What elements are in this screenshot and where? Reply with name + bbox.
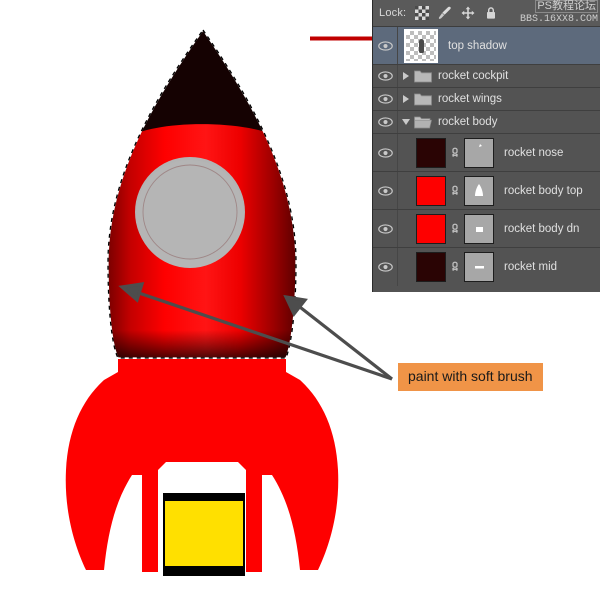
group-disclosure-triangle[interactable]	[398, 72, 414, 80]
rocket-exhaust-band	[163, 493, 245, 576]
layer-row-rocket-mid[interactable]: rocket mid	[373, 248, 600, 286]
folder-open-icon	[414, 116, 432, 129]
link-mask-icon[interactable]	[449, 183, 461, 199]
eye-icon[interactable]	[377, 262, 393, 272]
link-mask-icon[interactable]	[449, 145, 461, 161]
thumbnail-content	[419, 38, 424, 53]
eye-icon[interactable]	[377, 185, 393, 196]
layer-visibility-toggle[interactable]	[373, 134, 398, 171]
lock-position-icon[interactable]	[461, 6, 475, 20]
lock-label: Lock:	[379, 7, 407, 19]
layer-row-rocket-wings[interactable]: rocket wings	[373, 88, 600, 111]
layer-row-rocket-body-top[interactable]: rocket body top	[373, 172, 600, 210]
watermark-line-2: BBS.16XX8.COM	[519, 14, 598, 25]
layer-visibility-toggle[interactable]	[373, 248, 398, 286]
layer-visibility-toggle[interactable]	[373, 88, 398, 110]
layer-visibility-toggle[interactable]	[373, 172, 398, 209]
layer-name-rocket-wings: rocket wings	[438, 93, 502, 105]
eye-icon[interactable]	[377, 40, 393, 51]
link-mask-icon[interactable]	[449, 221, 461, 237]
layer-visibility-toggle[interactable]	[373, 65, 398, 87]
layer-thumbnail-rocket-mid[interactable]	[416, 252, 446, 282]
layer-name-rocket-mid: rocket mid	[504, 261, 558, 273]
callout-paint-with-soft-brush: paint with soft brush	[398, 363, 543, 391]
screenshot-root: paint with soft brush Lock: PS教程论坛 BBS.1…	[0, 0, 600, 600]
layer-name-rocket-body-dn: rocket body dn	[504, 222, 580, 235]
eye-icon[interactable]	[377, 117, 393, 127]
layer-thumbnail-rocket-body-dn[interactable]	[416, 213, 446, 244]
layers-panel[interactable]: Lock: F	[372, 0, 600, 292]
layer-thumbnail-rocket-body-top[interactable]	[416, 175, 446, 206]
mask-shape	[479, 143, 482, 147]
link-mask-icon[interactable]	[449, 259, 461, 275]
layer-thumbnail-rocket-nose[interactable]	[416, 137, 446, 168]
layer-thumbnail-top-shadow[interactable]	[404, 28, 438, 63]
layer-visibility-toggle[interactable]	[373, 210, 398, 247]
eye-icon[interactable]	[377, 71, 393, 81]
layer-row-top-shadow[interactable]: top shadow	[373, 27, 600, 65]
layer-name-rocket-cockpit: rocket cockpit	[438, 70, 509, 82]
layer-mask-thumbnail-rocket-body-dn[interactable]	[464, 213, 494, 244]
chevron-right-icon[interactable]	[403, 95, 409, 103]
mask-shape	[475, 183, 483, 196]
eye-icon[interactable]	[377, 94, 393, 104]
watermark-line-1: PS教程论坛	[535, 0, 598, 13]
lock-transparent-pixels-icon[interactable]	[415, 6, 430, 20]
layer-thumbnails[interactable]	[416, 252, 494, 282]
layer-visibility-toggle[interactable]	[373, 111, 398, 133]
folder-icon	[414, 93, 432, 106]
layer-visibility-toggle[interactable]	[373, 27, 398, 64]
layer-row-rocket-cockpit[interactable]: rocket cockpit	[373, 65, 600, 88]
layer-mask-thumbnail-rocket-mid[interactable]	[464, 252, 494, 282]
lock-image-pixels-icon[interactable]	[438, 6, 452, 20]
layer-row-rocket-body-dn[interactable]: rocket body dn	[373, 210, 600, 248]
rocket-illustration	[65, 28, 339, 576]
mask-shape	[476, 226, 483, 232]
eye-icon[interactable]	[377, 147, 393, 158]
layer-row-rocket-nose[interactable]: rocket nose	[373, 134, 600, 172]
layer-name-top-shadow: top shadow	[448, 39, 507, 52]
layer-mask-thumbnail-rocket-nose[interactable]	[464, 137, 494, 168]
watermark: PS教程论坛 BBS.16XX8.COM	[520, 0, 598, 25]
lock-toolbar[interactable]: Lock: F	[373, 0, 600, 27]
group-disclosure-triangle[interactable]	[398, 95, 414, 103]
chevron-down-icon[interactable]	[402, 119, 410, 125]
layer-name-rocket-body: rocket body	[438, 116, 498, 128]
layer-name-rocket-body-top: rocket body top	[504, 184, 583, 197]
group-disclosure-triangle[interactable]	[398, 119, 414, 125]
layer-thumbnails[interactable]	[416, 175, 494, 206]
layer-name-rocket-nose: rocket nose	[504, 146, 564, 159]
layer-thumbnails[interactable]	[416, 213, 494, 244]
lock-all-icon[interactable]	[484, 6, 498, 20]
eye-icon[interactable]	[377, 223, 393, 234]
rocket-porthole	[135, 157, 245, 268]
layer-mask-thumbnail-rocket-body-top[interactable]	[464, 175, 494, 206]
layer-row-rocket-body[interactable]: rocket body	[373, 111, 600, 134]
mask-shape	[475, 266, 484, 269]
chevron-right-icon[interactable]	[403, 72, 409, 80]
folder-icon	[414, 70, 432, 83]
layer-thumbnails[interactable]	[416, 137, 494, 168]
